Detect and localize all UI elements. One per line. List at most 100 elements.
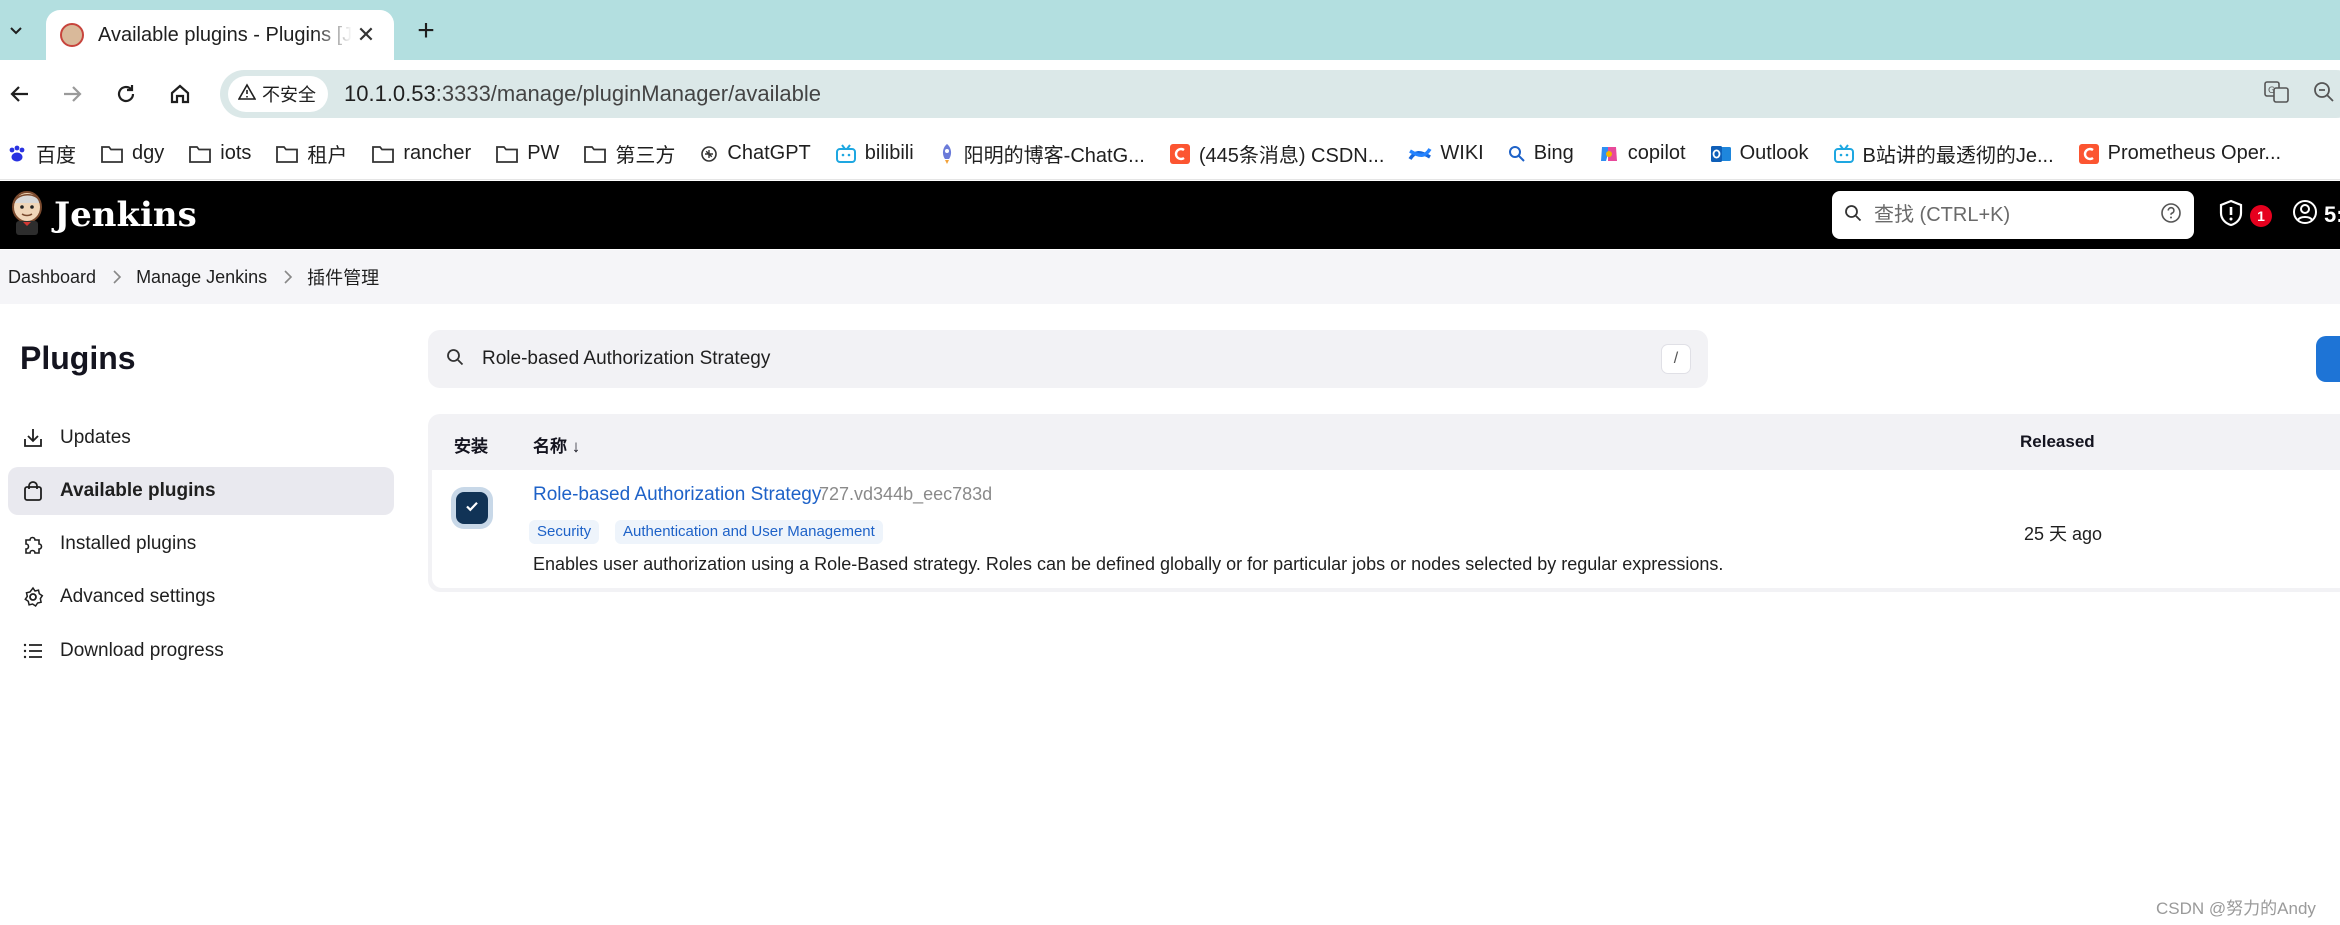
watermark: CSDN @努力的Andy [2156, 899, 2316, 918]
forward-arrow-icon[interactable] [54, 74, 90, 114]
folder-icon [100, 144, 124, 164]
bookmark-item[interactable]: WIKI [1408, 142, 1484, 165]
plugin-version: 727.vd344b_eec783d [819, 484, 993, 504]
address-bar-actions: G [2264, 70, 2336, 118]
folder-icon [371, 144, 395, 164]
bookmark-item[interactable]: B站讲的最透彻的Je... [1833, 139, 2054, 168]
sidebar-item-available-plugins[interactable]: Available plugins [8, 467, 394, 515]
tab-close-icon[interactable]: ✕ [352, 22, 380, 48]
sidebar-item-updates[interactable]: Updates [8, 414, 394, 462]
bookmark-item[interactable]: PW [495, 142, 559, 165]
tag-security[interactable]: Security [529, 520, 600, 544]
jenkins-butler-logo-icon [8, 189, 46, 242]
plugin-filter-box[interactable]: / [428, 330, 1708, 388]
bookmark-item[interactable]: 阳明的博客-ChatG... [938, 139, 1145, 168]
confluence-icon [1408, 143, 1432, 165]
bookmark-item[interactable]: rancher [371, 142, 471, 165]
breadcrumb-manage-jenkins[interactable]: Manage Jenkins [136, 267, 267, 288]
zoom-icon[interactable] [2312, 80, 2336, 109]
tab-search-chevron-icon[interactable] [0, 10, 32, 50]
url-text[interactable]: 10.1.0.53:3333/manage/pluginManager/avai… [344, 81, 821, 107]
bookmark-label: (445条消息) CSDN... [1198, 145, 1385, 167]
sidebar-item-label: Available plugins [60, 480, 216, 501]
sidebar-item-installed-plugins[interactable]: Installed plugins [8, 520, 394, 568]
jenkins-search-input[interactable] [1874, 203, 2134, 227]
breadcrumb: Dashboard Manage Jenkins 插件管理 [0, 250, 2340, 304]
jenkins-favicon-icon [60, 23, 84, 47]
bookmark-item[interactable]: Bing [1508, 142, 1574, 165]
warning-triangle-icon [237, 82, 257, 106]
page-title: Plugins [20, 340, 136, 376]
bing-search-icon [1508, 145, 1526, 163]
plugin-filter-input[interactable] [482, 348, 1662, 370]
column-header-name[interactable]: 名称 ↓ [533, 432, 580, 457]
bookmark-item[interactable]: (445条消息) CSDN... [1169, 139, 1385, 168]
bookmark-item[interactable]: 租户 [275, 139, 347, 168]
bookmark-item[interactable]: Outlook [1710, 142, 1809, 165]
tab-title: Available plugins - Plugins [Jenkins] [98, 23, 352, 46]
translate-icon[interactable]: G [2264, 80, 2290, 109]
reload-icon[interactable] [108, 74, 144, 114]
browser-tab-active[interactable]: Available plugins - Plugins [Jenkins] ✕ [46, 10, 394, 60]
not-secure-chip[interactable]: 不安全 [228, 76, 328, 112]
url-host: 10.1.0.53 [344, 81, 436, 106]
bookmark-item[interactable]: dgy [100, 142, 164, 165]
bookmark-item[interactable]: copilot [1598, 142, 1686, 165]
security-alerts-button[interactable]: 1 [2218, 199, 2272, 232]
home-icon[interactable] [162, 74, 198, 114]
bookmark-label: 租户 [307, 145, 348, 167]
bookmark-label: PW [527, 142, 560, 164]
sidebar-item-label: Updates [60, 427, 131, 448]
shopping-bag-icon [20, 478, 46, 504]
bookmark-item[interactable]: 第三方 [583, 139, 675, 168]
bilibili-icon [835, 143, 857, 164]
chevron-right-icon [283, 270, 293, 284]
search-icon [1844, 204, 1862, 227]
plugins-table: 安装 名称 ↓ Released Role-based Authorizatio… [428, 414, 2340, 592]
bookmark-label: B站讲的最透彻的Je... [1862, 145, 2054, 167]
plugin-released: 25 天 ago [2024, 524, 2103, 544]
sidebar-item-label: Download progress [60, 640, 224, 661]
jenkins-search-box[interactable] [1832, 191, 2194, 239]
not-secure-label: 不安全 [262, 85, 316, 105]
browser-tab-strip: Available plugins - Plugins [Jenkins] ✕ … [0, 0, 2340, 60]
shield-alert-icon [2218, 199, 2244, 232]
bookmark-label: bilibili [864, 142, 914, 164]
checkmark-icon [463, 497, 481, 520]
bookmark-item[interactable]: ChatGPT [699, 142, 811, 165]
breadcrumb-plugin-manager[interactable]: 插件管理 [307, 264, 379, 290]
tag-authentication[interactable]: Authentication and User Management [615, 520, 883, 544]
bookmark-label: rancher [403, 142, 472, 164]
bookmark-label: copilot [1627, 142, 1686, 164]
back-arrow-icon[interactable] [2, 74, 38, 114]
install-button[interactable] [2316, 336, 2340, 382]
bookmark-label: Prometheus Oper... [2107, 142, 2282, 164]
rocket-icon [938, 143, 956, 165]
sidebar-item-download-progress[interactable]: Download progress [8, 627, 394, 675]
help-circle-icon[interactable] [2160, 202, 2182, 229]
bookmark-item[interactable]: bilibili [835, 142, 914, 165]
plugin-name-link[interactable]: Role-based Authorization Strategy [533, 484, 821, 506]
table-header: 安装 名称 ↓ Released [428, 414, 2340, 470]
install-checkbox[interactable] [456, 492, 488, 524]
plugin-description: Enables user authorization using a Role-… [533, 554, 1724, 574]
folder-icon [275, 144, 299, 164]
bookmark-label: iots [220, 142, 252, 164]
keyboard-shortcut-hint: / [1662, 345, 1690, 373]
folder-icon [188, 144, 212, 164]
jenkins-home-link[interactable]: Jenkins [8, 189, 197, 242]
new-tab-button[interactable]: + [408, 14, 444, 50]
gear-icon [20, 584, 46, 610]
csdn-icon [2078, 143, 2100, 165]
breadcrumb-dashboard[interactable]: Dashboard [8, 267, 96, 288]
address-bar[interactable]: 不安全 10.1.0.53:3333/manage/pluginManager/… [220, 70, 2340, 118]
sidebar-item-advanced-settings[interactable]: Advanced settings [8, 573, 394, 621]
bookmark-item[interactable]: Prometheus Oper... [2078, 142, 2281, 165]
user-menu[interactable]: 5: [2292, 199, 2340, 231]
column-header-install[interactable]: 安装 [454, 432, 488, 457]
url-path: :3333/manage/pluginManager/available [435, 81, 822, 106]
bookmark-item[interactable]: 百度 [6, 139, 76, 168]
column-header-released[interactable]: Released [2020, 432, 2095, 452]
bookmark-item[interactable]: iots [188, 142, 251, 165]
bilibili-icon [1833, 143, 1855, 164]
